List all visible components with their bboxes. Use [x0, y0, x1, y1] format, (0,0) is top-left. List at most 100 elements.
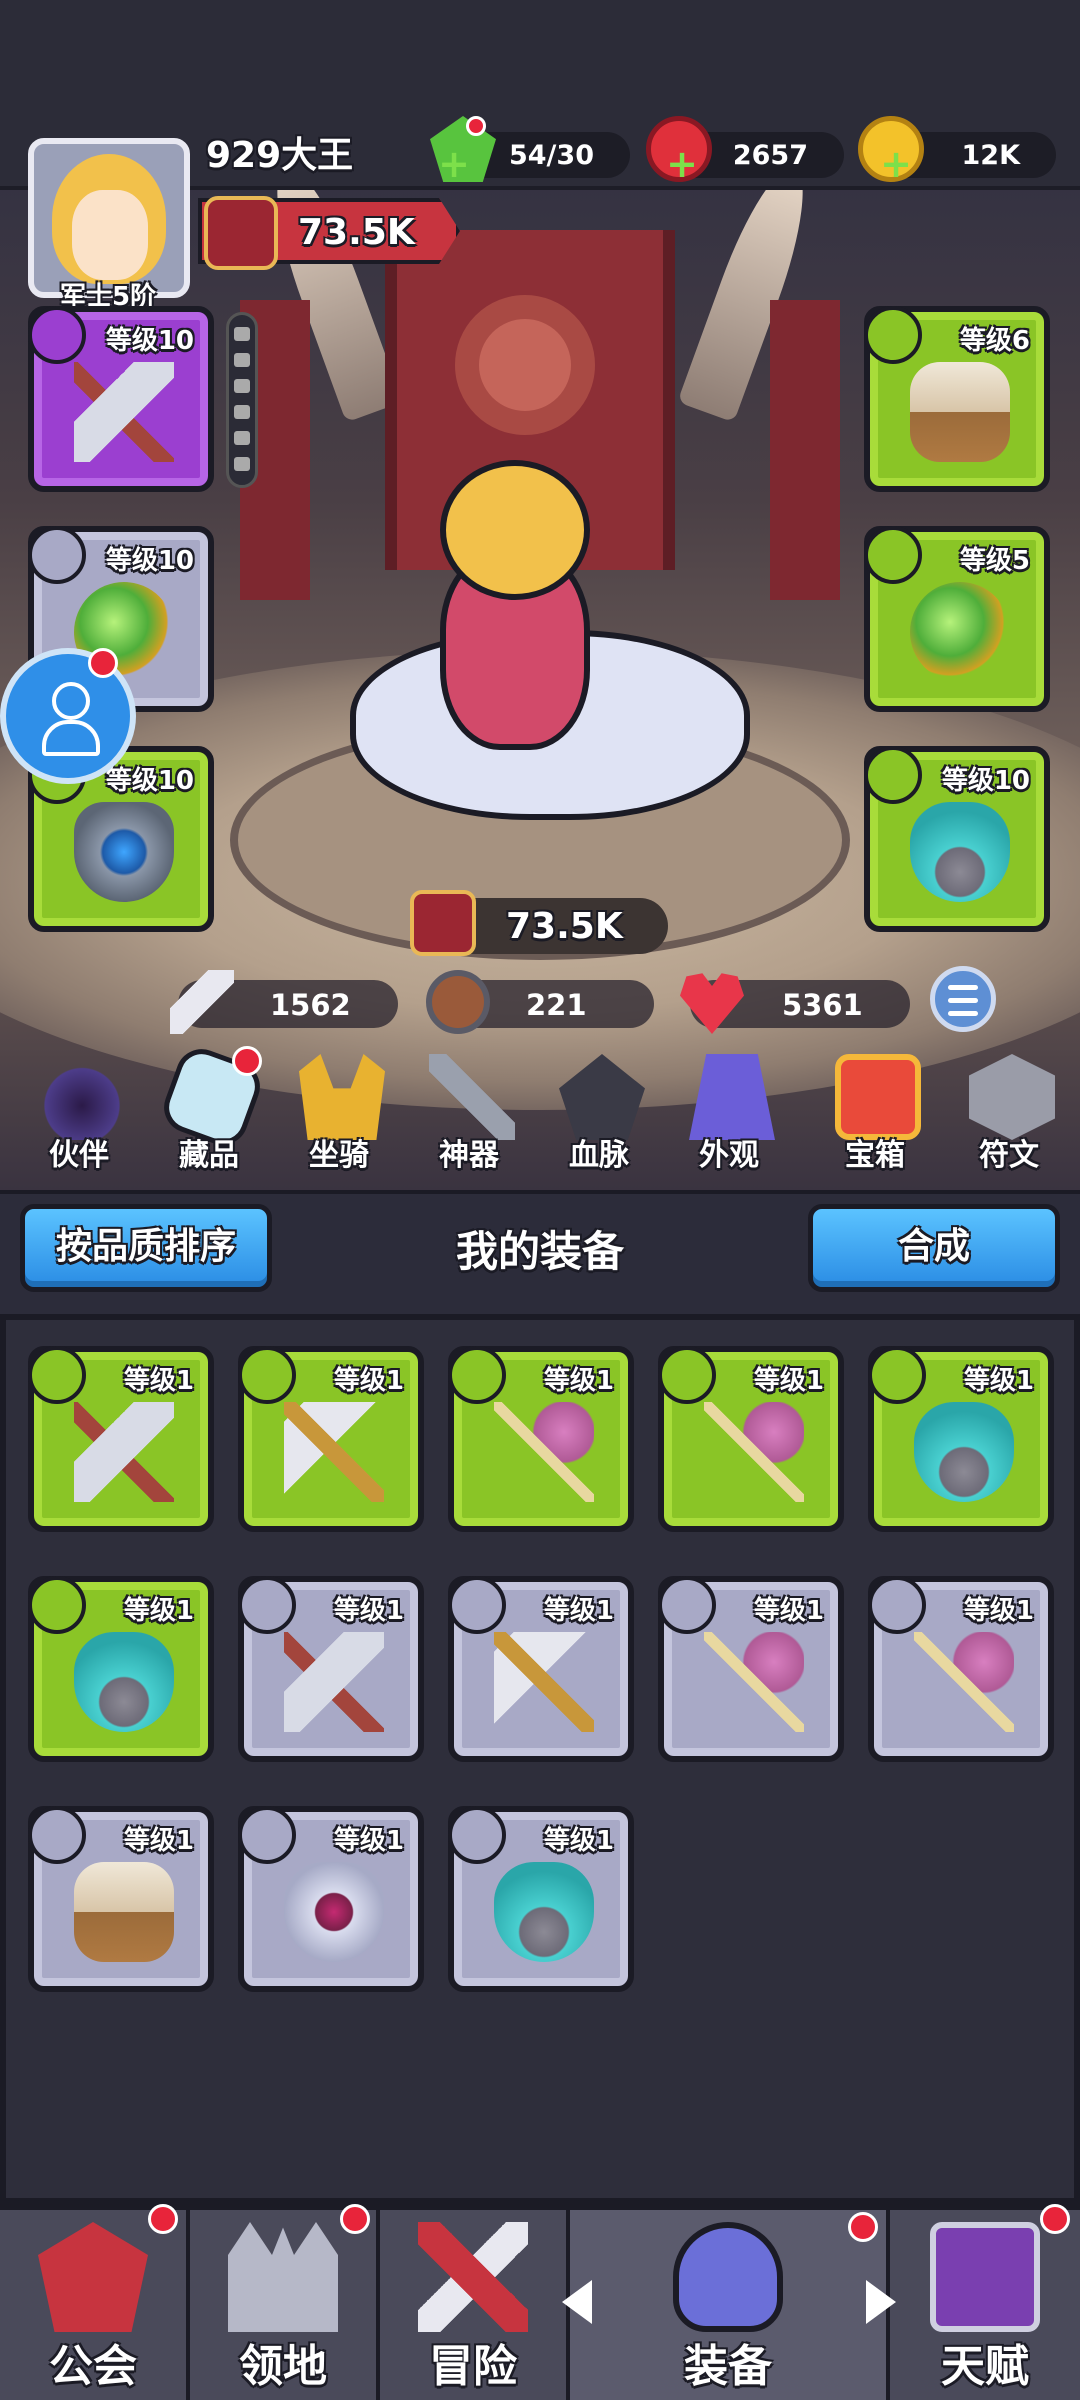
lock-icon: [234, 353, 250, 367]
slot-level: 等级10: [105, 326, 194, 356]
inventory-item-slot[interactable]: 等级1: [28, 1576, 214, 1762]
health-value: 5361: [782, 988, 863, 1022]
inventory-item-slot[interactable]: 等级1: [868, 1576, 1054, 1762]
nav-label: 领地: [239, 2341, 327, 2392]
menu-label: 宝箱: [845, 1138, 905, 1173]
add-energy-icon[interactable]: +: [438, 145, 470, 183]
bow-icon: [914, 1632, 1014, 1732]
menu-bloodline[interactable]: 血脉: [534, 1040, 664, 1190]
nav-label: 冒险: [429, 2341, 517, 2392]
lock-icon: [234, 431, 250, 445]
menu-label: 伙伴: [49, 1138, 109, 1173]
ring-type-icon: [28, 526, 86, 584]
add-ruby-icon[interactable]: +: [666, 145, 698, 183]
shield-icon: [74, 802, 174, 902]
menu-label: 坐骑: [309, 1138, 369, 1173]
equip-slot-weapon[interactable]: 等级10: [28, 306, 214, 492]
hero-power-value: 73.5K: [506, 906, 623, 947]
energy-notify-dot: [466, 116, 486, 136]
item-type-icon: [448, 1806, 506, 1864]
equipment-notify-dot: [848, 2212, 878, 2242]
menu-label: 外观: [699, 1138, 759, 1173]
arena-curtain-right: [770, 300, 840, 600]
ruby-value: 2657: [732, 140, 808, 171]
inventory-item-slot[interactable]: 等级1: [868, 1346, 1054, 1532]
nav-label: 公会: [49, 2341, 137, 2392]
slot-level: 等级1: [543, 1596, 614, 1626]
menu-artifact[interactable]: 神器: [404, 1040, 534, 1190]
item-type-icon: [238, 1806, 296, 1864]
mask-icon: [494, 1862, 594, 1962]
avatar-face: [72, 190, 148, 280]
power-icon: [204, 196, 278, 270]
nav-talent[interactable]: 天赋: [890, 2210, 1080, 2400]
nav-adventure[interactable]: 冒险: [380, 2210, 570, 2400]
nav-label: 天赋: [941, 2341, 1029, 2392]
item-type-icon: [868, 1576, 926, 1634]
castle-icon: [228, 2222, 338, 2332]
player-avatar[interactable]: [28, 138, 190, 298]
menu-label: 血脉: [569, 1138, 629, 1173]
slot-level: 等级10: [105, 546, 194, 576]
artifact-icon: [429, 1054, 515, 1140]
list-icon: [948, 985, 978, 990]
list-icon: [948, 998, 978, 1003]
menu-mount[interactable]: 坐骑: [274, 1040, 404, 1190]
equip-slot-armor[interactable]: 等级6: [864, 306, 1050, 492]
lock-icon: [234, 327, 250, 341]
lock-icon: [234, 379, 250, 393]
bow-icon: [704, 1402, 804, 1502]
inventory-item-slot[interactable]: 等级1: [28, 1346, 214, 1532]
inventory-item-slot[interactable]: 等级1: [658, 1576, 844, 1762]
inventory-item-slot[interactable]: 等级1: [238, 1806, 424, 1992]
nav-equipment[interactable]: 装备: [570, 2210, 890, 2400]
inventory-item-slot[interactable]: 等级1: [238, 1576, 424, 1762]
inventory-item-slot[interactable]: 等级1: [658, 1346, 844, 1532]
merge-button[interactable]: 合成: [808, 1204, 1060, 1292]
slot-level: 等级10: [105, 766, 194, 796]
equip-slot-amulet[interactable]: 等级5: [864, 526, 1050, 712]
power-icon: [410, 890, 476, 956]
menu-label: 神器: [439, 1138, 499, 1173]
menu-appearance[interactable]: 外观: [664, 1040, 794, 1190]
locked-slots-indicator: [226, 312, 258, 488]
collection-notify-dot: [232, 1046, 262, 1076]
gold-value: 12K: [961, 140, 1021, 171]
slot-level: 等级10: [941, 766, 1030, 796]
defense-icon: [426, 970, 490, 1034]
menu-chest[interactable]: 宝箱: [810, 1040, 940, 1190]
energy-value: 54/30: [508, 140, 594, 171]
nav-guild[interactable]: 公会: [0, 2210, 190, 2400]
inventory-item-slot[interactable]: 等级1: [448, 1346, 634, 1532]
inventory-item-slot[interactable]: 等级1: [448, 1576, 634, 1762]
rune-icon: [969, 1054, 1055, 1140]
slot-level: 等级6: [959, 326, 1030, 356]
armor-type-icon: [864, 306, 922, 364]
menu-label: 藏品: [179, 1138, 239, 1173]
bow-icon: [494, 1402, 594, 1502]
guild-notify-dot: [148, 2204, 178, 2234]
nav-territory[interactable]: 领地: [190, 2210, 380, 2400]
talent-book-icon: [930, 2222, 1040, 2332]
defense-value: 221: [526, 988, 587, 1022]
item-type-icon: [658, 1346, 716, 1404]
chest-icon: [835, 1054, 921, 1140]
equip-slot-mask[interactable]: 等级10: [864, 746, 1050, 932]
slot-level: 等级1: [543, 1366, 614, 1396]
inventory-item-slot[interactable]: 等级1: [448, 1806, 634, 1992]
inventory-item-slot[interactable]: 等级1: [28, 1806, 214, 1992]
menu-companion[interactable]: 伙伴: [14, 1040, 144, 1190]
item-type-icon: [238, 1346, 296, 1404]
user-icon: [42, 682, 100, 756]
menu-label: 符文: [979, 1138, 1039, 1173]
inventory-item-slot[interactable]: 等级1: [238, 1346, 424, 1532]
menu-rune[interactable]: 符文: [944, 1040, 1074, 1190]
amulet-type-icon: [864, 526, 922, 584]
add-gold-icon[interactable]: +: [880, 145, 912, 183]
stats-detail-button[interactable]: [930, 966, 996, 1032]
slot-level: 等级1: [123, 1366, 194, 1396]
mask-type-icon: [864, 746, 922, 804]
list-icon: [948, 1011, 978, 1016]
armor-icon: [74, 1862, 174, 1962]
mount-icon: [299, 1054, 385, 1140]
